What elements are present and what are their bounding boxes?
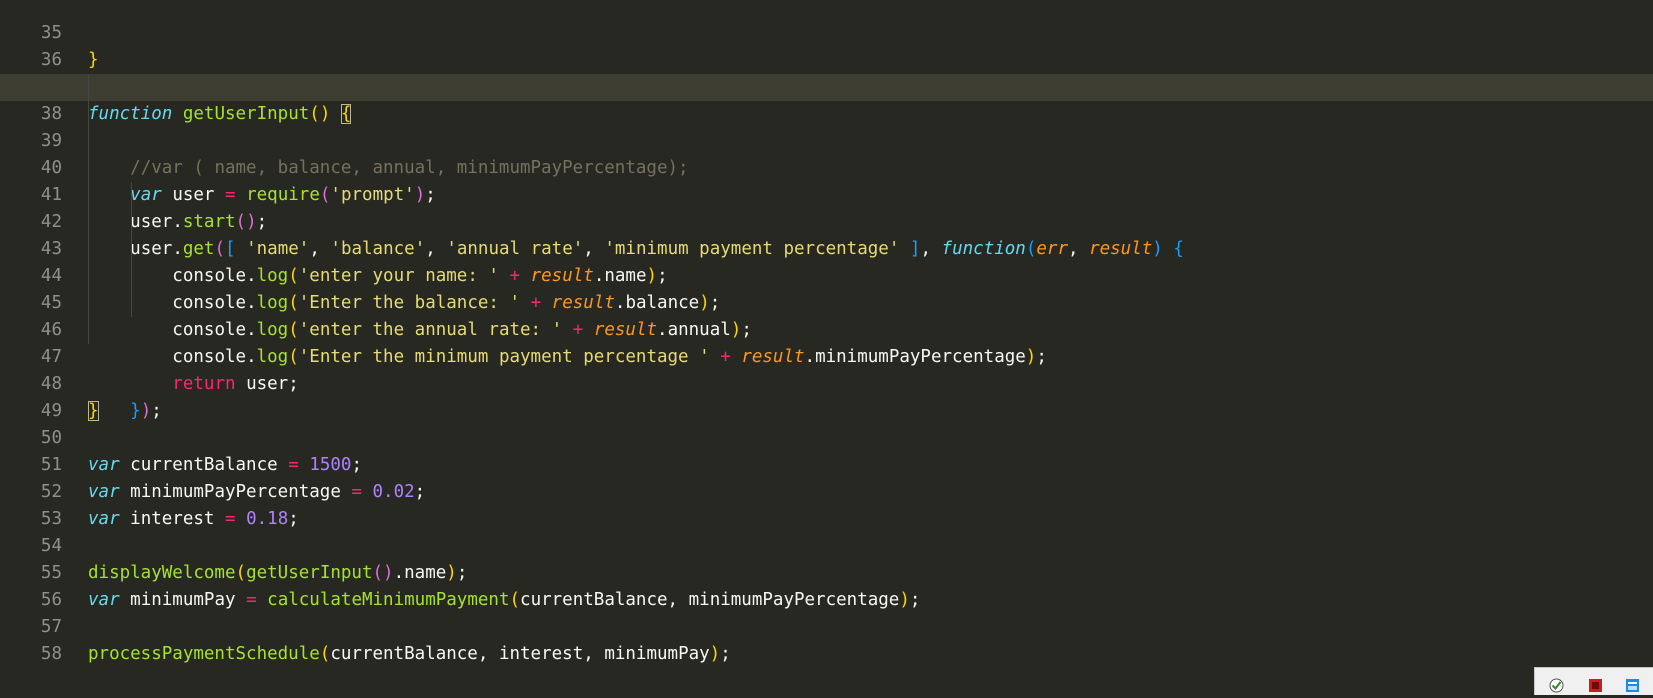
code-line[interactable]: 49 xyxy=(0,371,1653,421)
code-line[interactable]: 42 console.log('enter your name: ' + res… xyxy=(0,182,1653,286)
code-line[interactable]: 44 console.log('enter the annual rate: '… xyxy=(0,236,1653,340)
code-line[interactable]: 53 xyxy=(0,479,1653,529)
function-call: processPaymentSchedule xyxy=(88,644,320,664)
code-line[interactable]: 46 return user; xyxy=(0,290,1653,394)
code-line[interactable]: 51 var minimumPayPercentage = 0.02; xyxy=(0,425,1653,502)
code-editor[interactable]: 35 } 36 37 function getUserInput() { 38 … xyxy=(0,0,1653,664)
code-line-current[interactable]: 38 //var ( name, balance, annual, minimu… xyxy=(0,74,1653,178)
code-line[interactable]: 39 var user = require('prompt'); xyxy=(0,101,1653,205)
code-line[interactable]: 48 } xyxy=(0,344,1653,421)
argument: minimumPay xyxy=(604,644,710,664)
red-square-icon[interactable] xyxy=(1588,678,1603,693)
argument: currentBalance xyxy=(330,644,478,664)
code-line[interactable]: 55 var minimumPay = calculateMinimumPaym… xyxy=(0,533,1653,610)
code-line[interactable]: 47 }); xyxy=(0,317,1653,421)
argument: interest xyxy=(498,644,584,664)
code-line[interactable]: 52 var interest = 0.18; xyxy=(0,452,1653,529)
code-line[interactable]: 56 xyxy=(0,560,1653,610)
code-line[interactable]: 54 displayWelcome(getUserInput().name); xyxy=(0,506,1653,583)
code-line[interactable]: 43 console.log('Enter the balance: ' + r… xyxy=(0,209,1653,313)
checkmark-icon[interactable] xyxy=(1549,678,1564,693)
code-line[interactable]: 36 xyxy=(0,20,1653,70)
code-line[interactable]: 41 user.get([ 'name', 'balance', 'annual… xyxy=(0,155,1653,259)
code-line[interactable]: 37 function getUserInput() { xyxy=(0,47,1653,124)
line-number: 58 xyxy=(40,644,62,664)
code-line[interactable]: 40 user.start(); xyxy=(0,128,1653,232)
blue-window-icon[interactable] xyxy=(1625,678,1640,693)
system-tray xyxy=(1534,667,1653,695)
code-line[interactable]: 35 } xyxy=(0,0,1653,70)
code-line[interactable]: 45 console.log('Enter the minimum paymen… xyxy=(0,263,1653,367)
code-line[interactable]: 58 xyxy=(0,614,1653,664)
code-line[interactable]: 57 processPaymentSchedule(currentBalance… xyxy=(0,587,1653,664)
code-line[interactable]: 50 var currentBalance = 1500; xyxy=(0,398,1653,475)
